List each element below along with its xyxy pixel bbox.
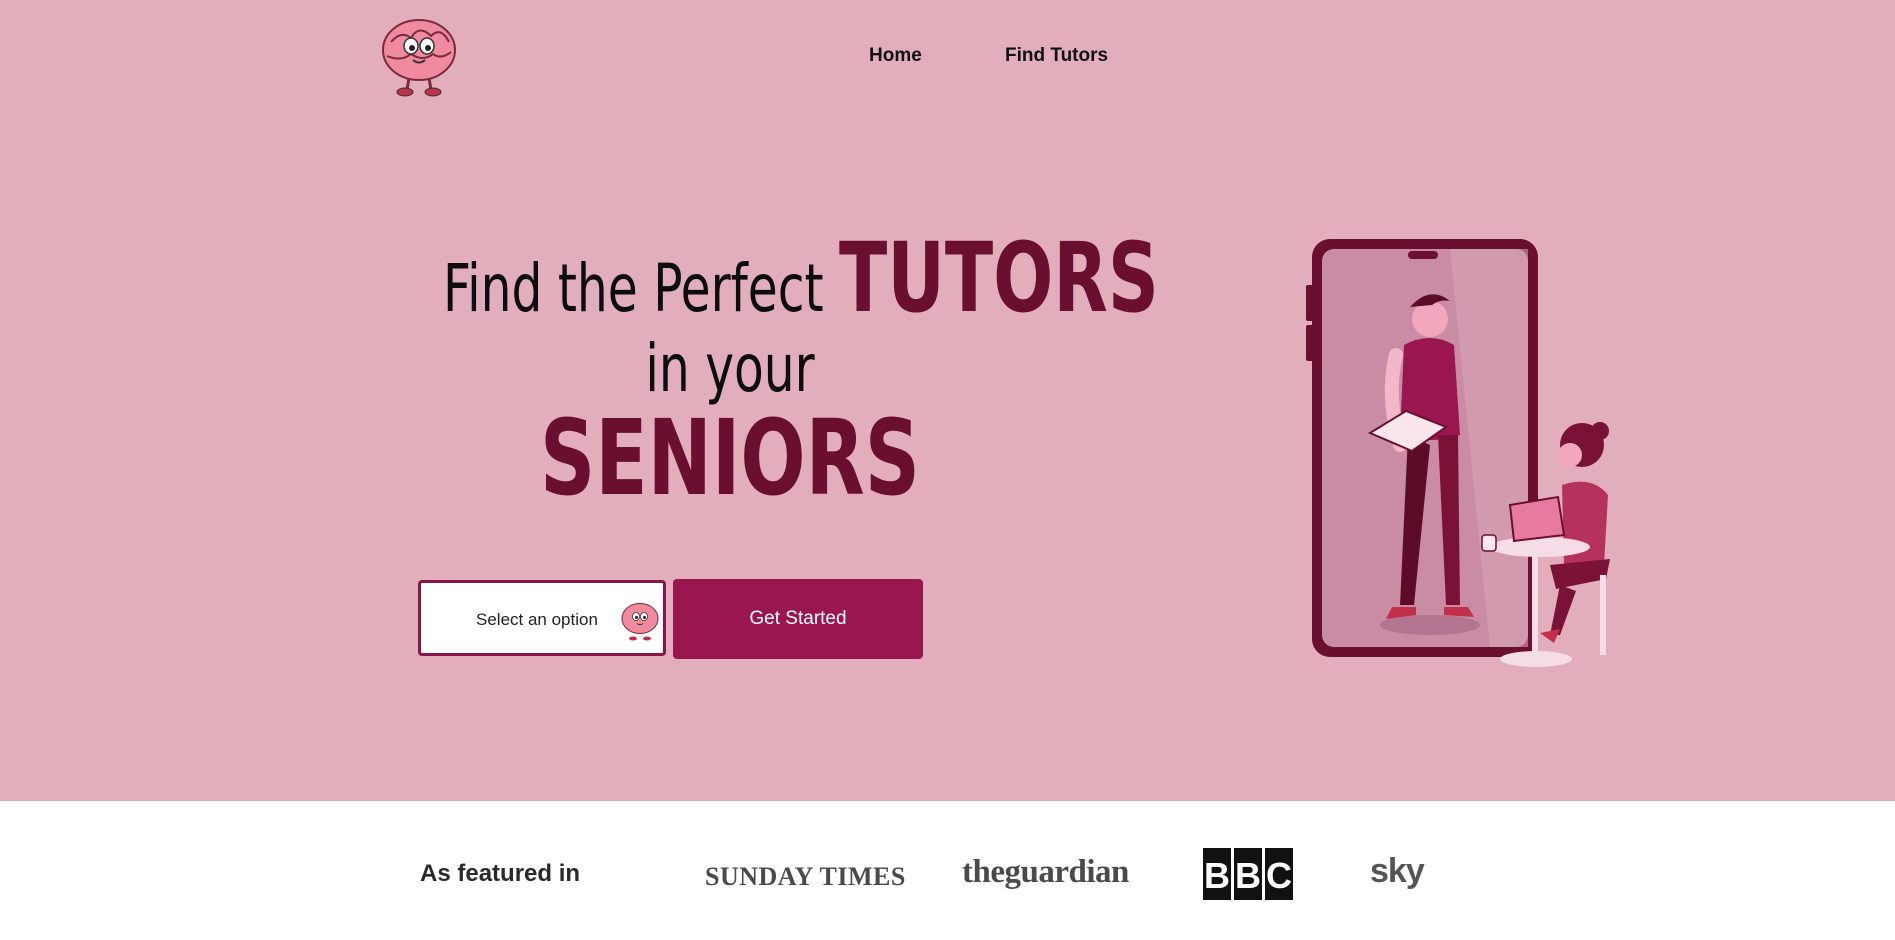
headline-line-2: in your xyxy=(645,330,815,407)
get-started-button[interactable]: Get Started xyxy=(673,579,923,659)
headline-line-1: Find the Perfect TUTORS xyxy=(443,230,1159,327)
headline-accent-tutors: TUTORS xyxy=(839,222,1159,334)
brain-mascot-logo-icon[interactable] xyxy=(377,12,461,98)
headline-accent-seniors: SENIORS xyxy=(540,397,920,519)
headline-prefix: Find the Perfect xyxy=(443,250,840,327)
sky-logo: sky xyxy=(1370,852,1425,890)
bbc-logo: B B C xyxy=(1203,848,1293,900)
tutor-phone-illustration xyxy=(1306,239,1610,667)
featured-in-label: As featured in xyxy=(420,860,581,887)
brain-mascot-icon xyxy=(621,603,659,641)
guardian-logo: theguardian xyxy=(962,854,1129,890)
svg-text:C: C xyxy=(1266,855,1292,896)
nav-home-link[interactable]: Home xyxy=(869,45,922,67)
hero-section: Home Find Tutors Find the Perfect TUTORS… xyxy=(0,0,1895,801)
featured-in-section xyxy=(0,801,1895,940)
svg-text:B: B xyxy=(1204,855,1230,896)
option-select[interactable]: Select an option xyxy=(418,580,666,656)
svg-text:B: B xyxy=(1235,855,1261,896)
select-placeholder: Select an option xyxy=(476,610,598,629)
hero-headline: Find the Perfect TUTORS in your SENIORS xyxy=(380,230,1159,519)
nav-find-tutors-link[interactable]: Find Tutors xyxy=(1005,45,1108,67)
sunday-times-logo: SUNDAY TIMES xyxy=(705,862,906,891)
